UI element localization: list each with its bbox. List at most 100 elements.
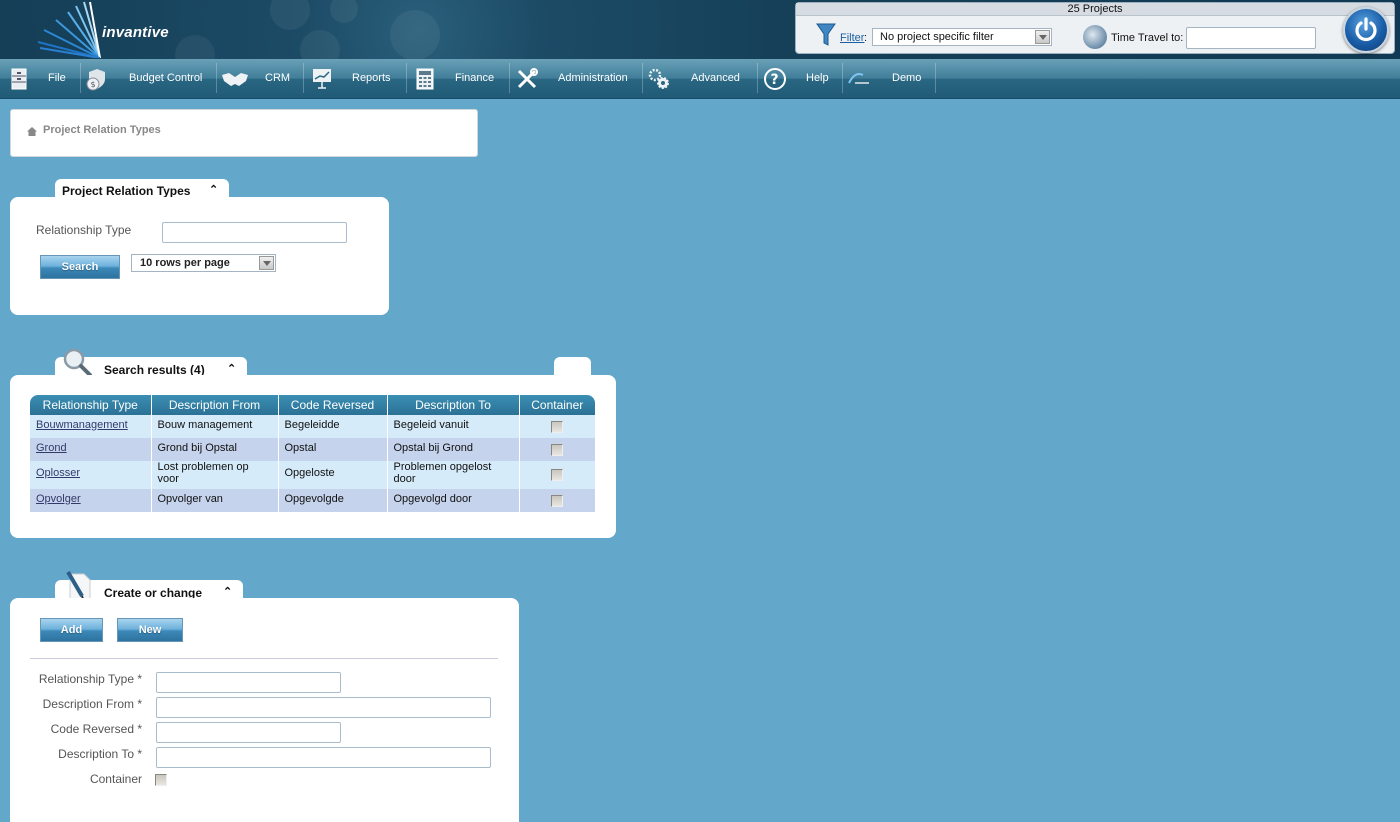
rows-per-page-select[interactable]: 10 rows per page <box>131 254 276 272</box>
description-from-cell: Bouw management <box>151 415 279 438</box>
relationship-type-link[interactable]: Oplosser <box>36 467 80 479</box>
header-decoration <box>300 30 340 59</box>
nav-item-demo[interactable]: Demo <box>843 59 935 98</box>
column-header-code-reversed[interactable]: Code Reversed <box>278 395 388 415</box>
relationship-type-link[interactable]: Opvolger <box>36 493 81 505</box>
description-from-cell: Lost problemen op voor <box>151 461 279 489</box>
header-decoration <box>175 35 215 59</box>
container-cell <box>519 461 595 489</box>
project-filter-panel: 25 Projects Filter : No project specific… <box>795 2 1395 54</box>
nav-label: CRM <box>265 72 291 84</box>
header-decoration <box>330 0 358 23</box>
column-header-relationship-type[interactable]: Relationship Type <box>30 395 152 415</box>
column-header-description-to[interactable]: Description To <box>387 395 520 415</box>
relationship-type-field-label: Relationship Type * <box>38 672 142 686</box>
home-icon[interactable] <box>27 127 37 136</box>
relationship-type-link[interactable]: Bouwmanagement <box>36 419 128 431</box>
nav-label: Budget Control <box>129 72 203 84</box>
svg-text:$: $ <box>91 80 96 89</box>
collapse-chevron-icon[interactable]: ⌃ <box>227 362 236 375</box>
relationship-type-search-input[interactable] <box>162 222 347 243</box>
time-travel-input[interactable] <box>1186 27 1316 49</box>
table-row[interactable]: Grond Grond bij Opstal Opstal Opstal bij… <box>30 438 595 461</box>
power-icon <box>1355 17 1377 42</box>
container-field-checkbox[interactable] <box>155 774 167 786</box>
description-from-field[interactable] <box>156 697 491 718</box>
logo-text: invantive <box>102 24 169 41</box>
container-checkbox[interactable] <box>551 469 564 481</box>
nav-item-advanced[interactable]: Advanced <box>643 59 757 98</box>
nav-item-budget-control[interactable]: $ Budget Control <box>81 59 216 98</box>
invantive-logo[interactable]: invantive <box>30 0 169 59</box>
app-header: invantive 25 Projects Filter : No projec… <box>0 0 1400 59</box>
container-checkbox[interactable] <box>551 420 564 433</box>
column-header-container[interactable]: Container <box>519 395 595 415</box>
add-button[interactable]: Add <box>40 618 103 642</box>
collapse-chevron-icon[interactable]: ⌃ <box>223 585 232 598</box>
table-row[interactable]: Oplosser Lost problemen op voor Opgelost… <box>30 461 595 489</box>
nav-label: Demo <box>892 72 922 84</box>
search-button[interactable]: Search <box>40 255 120 279</box>
main-nav: File $ Budget Control CRM Reports Financ… <box>0 59 1400 99</box>
relationship-type-field[interactable] <box>156 672 341 693</box>
nav-label: Help <box>806 72 829 84</box>
new-button[interactable]: New <box>117 618 183 642</box>
nav-separator <box>935 63 936 93</box>
container-cell <box>519 489 595 512</box>
nav-label: Advanced <box>691 72 740 84</box>
code-reversed-field[interactable] <box>156 722 341 743</box>
nav-label: Finance <box>455 72 495 84</box>
container-checkbox[interactable] <box>551 494 564 507</box>
dropdown-arrow-icon[interactable] <box>259 256 274 270</box>
dropdown-arrow-icon[interactable] <box>1035 30 1050 44</box>
handshake-icon <box>222 73 248 86</box>
description-from-cell: Grond bij Opstal <box>151 438 279 461</box>
results-table: Relationship Type Description From Code … <box>30 395 595 512</box>
table-header-row: Relationship Type Description From Code … <box>30 395 595 415</box>
nav-item-help[interactable]: ? Help <box>758 59 842 98</box>
nav-label: File <box>48 72 66 84</box>
nav-item-crm[interactable]: CRM <box>217 59 303 98</box>
collapse-chevron-icon[interactable]: ⌃ <box>209 183 218 196</box>
table-row[interactable]: Opvolger Opvolger van Opgevolgde Opgevol… <box>30 489 595 512</box>
container-cell <box>519 438 595 461</box>
time-travel-label: Time Travel to: <box>1111 32 1184 44</box>
relationship-type-link[interactable]: Grond <box>36 442 67 454</box>
project-count: 25 Projects <box>796 3 1394 16</box>
logout-power-button[interactable] <box>1343 7 1389 53</box>
filter-funnel-icon <box>816 23 836 46</box>
gears-icon <box>648 68 669 89</box>
description-to-cell: Opgevolgd door <box>387 489 520 512</box>
project-filter-value: No project specific filter <box>880 31 994 43</box>
breadcrumb-current: Project Relation Types <box>43 124 161 136</box>
form-divider <box>30 658 498 659</box>
code-reversed-cell: Begeleidde <box>278 415 388 438</box>
relationship-type-label: Relationship Type <box>36 223 132 237</box>
code-reversed-cell: Opstal <box>278 438 388 461</box>
container-cell <box>519 415 595 438</box>
nav-label: Administration <box>558 72 628 84</box>
container-checkbox[interactable] <box>551 443 564 456</box>
table-row[interactable]: Bouwmanagement Bouw management Begeleidd… <box>30 415 595 438</box>
magnifier-icon <box>63 348 92 377</box>
header-decoration <box>270 0 310 30</box>
nav-item-finance[interactable]: Finance <box>407 59 509 98</box>
nav-item-administration[interactable]: Administration <box>510 59 642 98</box>
nav-item-file[interactable]: File <box>0 59 80 98</box>
tools-icon <box>517 68 538 89</box>
code-reversed-field-label: Code Reversed * <box>50 722 142 736</box>
container-field-label: Container <box>89 772 142 786</box>
description-to-cell: Begeleid vanuit <box>387 415 520 438</box>
description-to-cell: Problemen opgelost door <box>387 461 520 489</box>
description-from-field-label: Description From * <box>42 697 142 711</box>
project-filter-select[interactable]: No project specific filter <box>872 28 1052 46</box>
description-from-cell: Opvolger van <box>151 489 279 512</box>
nav-item-reports[interactable]: Reports <box>304 59 406 98</box>
column-header-description-from[interactable]: Description From <box>151 395 279 415</box>
svg-text:?: ? <box>771 72 779 88</box>
code-reversed-cell: Opgeloste <box>278 461 388 489</box>
filter-link[interactable]: Filter <box>840 32 864 44</box>
question-icon: ? <box>764 68 786 90</box>
search-panel-title: Project Relation Types <box>62 184 191 198</box>
description-to-field[interactable] <box>156 747 491 768</box>
